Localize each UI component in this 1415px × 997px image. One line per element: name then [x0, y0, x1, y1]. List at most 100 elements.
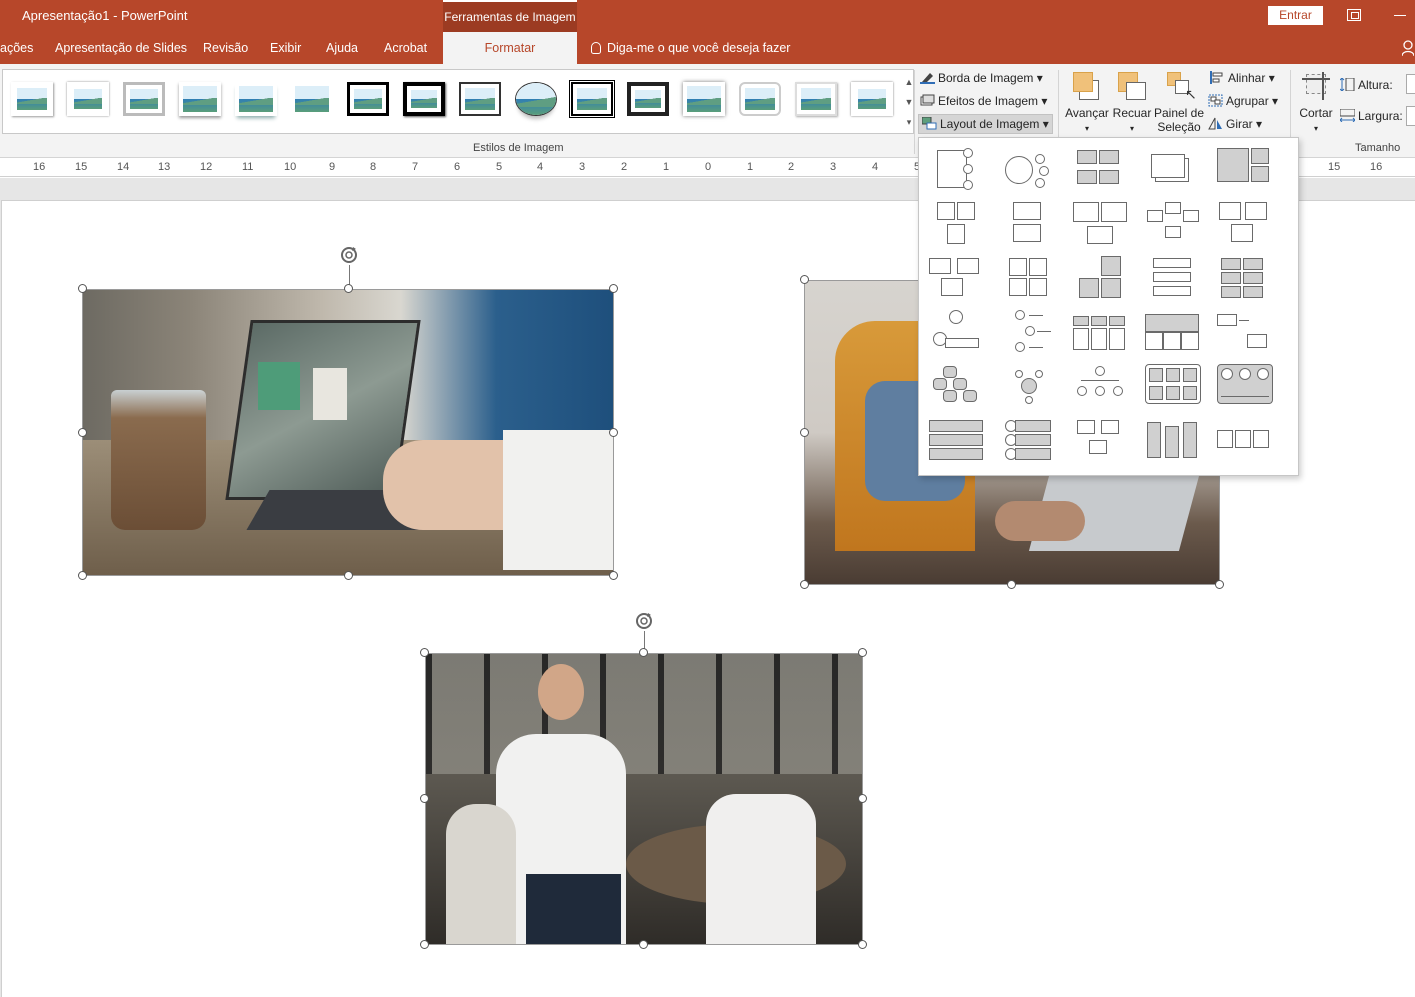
send-backward-button[interactable]: Recuar ▾ — [1112, 70, 1152, 134]
style-thumb-5[interactable] — [235, 82, 277, 116]
resize-handle[interactable] — [800, 275, 809, 284]
crop-button[interactable]: Cortar ▾ — [1296, 70, 1336, 134]
styles-group-label: Estilos de Imagem — [473, 142, 564, 154]
layout-option[interactable] — [1215, 416, 1275, 466]
style-thumb-11[interactable] — [569, 80, 615, 118]
resize-handle[interactable] — [420, 794, 429, 803]
layout-option[interactable] — [999, 200, 1059, 250]
style-thumb-14[interactable] — [739, 82, 781, 116]
layout-option[interactable] — [1071, 254, 1131, 304]
picture-effects-button[interactable]: Efeitos de Imagem ▾ — [920, 94, 1047, 108]
height-input[interactable] — [1406, 74, 1415, 94]
sign-in-button[interactable]: Entrar — [1268, 6, 1323, 25]
tab-review[interactable]: Revisão — [203, 32, 248, 64]
width-label: Largura: — [1358, 109, 1403, 123]
selection-pane-button[interactable]: ↖ Painel de Seleção — [1153, 70, 1205, 134]
tab-animacoes[interactable]: ações — [0, 32, 33, 64]
layout-option[interactable] — [1143, 416, 1203, 466]
layout-option[interactable] — [1143, 254, 1203, 304]
style-thumb-7[interactable] — [347, 82, 389, 116]
style-thumb-9[interactable] — [459, 82, 501, 116]
resize-handle[interactable] — [609, 571, 618, 580]
rotate-handle-icon[interactable] — [633, 610, 655, 632]
layout-option[interactable] — [999, 362, 1059, 412]
layout-option[interactable] — [1215, 200, 1275, 250]
resize-handle[interactable] — [858, 940, 867, 949]
layout-option[interactable] — [1071, 200, 1131, 250]
style-thumb-16[interactable] — [851, 82, 893, 116]
resize-handle[interactable] — [78, 428, 87, 437]
align-button[interactable]: Alinhar ▾ — [1210, 71, 1275, 85]
layout-option[interactable] — [1215, 146, 1275, 196]
ruler-label: 16 — [1370, 161, 1383, 173]
layout-option[interactable] — [1071, 308, 1131, 358]
layout-option[interactable] — [1071, 146, 1131, 196]
style-thumb-12[interactable] — [627, 82, 669, 116]
layout-option[interactable] — [927, 362, 987, 412]
layout-option[interactable] — [999, 416, 1059, 466]
ruler-label: 15 — [75, 161, 88, 173]
style-thumb-10[interactable] — [515, 82, 557, 116]
layout-option[interactable] — [999, 254, 1059, 304]
resize-handle[interactable] — [1007, 580, 1016, 589]
layout-option[interactable] — [1143, 362, 1203, 412]
resize-handle[interactable] — [609, 284, 618, 293]
rotate-handle-icon[interactable] — [338, 244, 360, 266]
resize-handle[interactable] — [420, 940, 429, 949]
resize-handle[interactable] — [639, 648, 648, 657]
tab-help[interactable]: Ajuda — [326, 32, 358, 64]
layout-option[interactable] — [1071, 362, 1131, 412]
layout-option[interactable] — [927, 416, 987, 466]
resize-handle[interactable] — [78, 571, 87, 580]
resize-handle[interactable] — [639, 940, 648, 949]
tab-slide-show[interactable]: Apresentação de Slides — [55, 32, 187, 64]
resize-handle[interactable] — [1215, 580, 1224, 589]
layout-option[interactable] — [1143, 200, 1203, 250]
resize-handle[interactable] — [344, 571, 353, 580]
resize-handle[interactable] — [800, 428, 809, 437]
style-thumb-15[interactable] — [795, 82, 837, 116]
group-button[interactable]: Agrupar ▾ — [1208, 94, 1278, 108]
width-input[interactable] — [1406, 106, 1415, 126]
layout-option[interactable] — [1143, 146, 1203, 196]
style-thumb-6[interactable] — [291, 82, 333, 116]
resize-handle[interactable] — [858, 794, 867, 803]
resize-handle[interactable] — [800, 580, 809, 589]
style-thumb-8[interactable] — [403, 82, 445, 116]
layout-option[interactable] — [927, 254, 987, 304]
resize-handle[interactable] — [78, 284, 87, 293]
picture-layout-button[interactable]: Layout de Imagem ▾ — [918, 114, 1053, 134]
resize-handle[interactable] — [609, 428, 618, 437]
resize-handle[interactable] — [420, 648, 429, 657]
ribbon-display-options-icon[interactable] — [1347, 9, 1361, 21]
layout-option[interactable] — [1071, 416, 1131, 466]
resize-handle[interactable] — [858, 648, 867, 657]
layout-option[interactable] — [1215, 308, 1275, 358]
style-thumb-1[interactable] — [11, 82, 53, 116]
layout-option[interactable] — [1215, 254, 1275, 304]
style-thumb-13[interactable] — [683, 82, 725, 116]
minimize-icon[interactable] — [1394, 15, 1406, 16]
tab-format[interactable]: Formatar — [443, 32, 577, 64]
bring-forward-button[interactable]: Avançar ▾ — [1064, 70, 1110, 134]
person-icon[interactable] — [1402, 40, 1414, 56]
office-team-photo[interactable] — [425, 653, 863, 945]
style-thumb-4[interactable] — [179, 82, 221, 116]
layout-option[interactable] — [927, 200, 987, 250]
layout-option[interactable] — [999, 308, 1059, 358]
tell-me-search[interactable]: Diga-me o que você deseja fazer — [591, 32, 790, 64]
resize-handle[interactable] — [344, 284, 353, 293]
layout-option[interactable] — [1143, 308, 1203, 358]
rotate-button[interactable]: Girar ▾ — [1208, 117, 1262, 131]
layout-option[interactable] — [927, 308, 987, 358]
layout-option[interactable] — [999, 146, 1059, 196]
layout-option[interactable] — [1215, 362, 1275, 412]
laptop-photo[interactable] — [82, 289, 614, 576]
tab-acrobat[interactable]: Acrobat — [384, 32, 427, 64]
style-thumb-3[interactable] — [123, 82, 165, 116]
picture-border-button[interactable]: Borda de Imagem ▾ — [920, 71, 1043, 85]
layout-option[interactable] — [927, 146, 987, 196]
crop-label: Cortar — [1299, 106, 1333, 120]
style-thumb-2[interactable] — [67, 82, 109, 116]
tab-view[interactable]: Exibir — [270, 32, 301, 64]
